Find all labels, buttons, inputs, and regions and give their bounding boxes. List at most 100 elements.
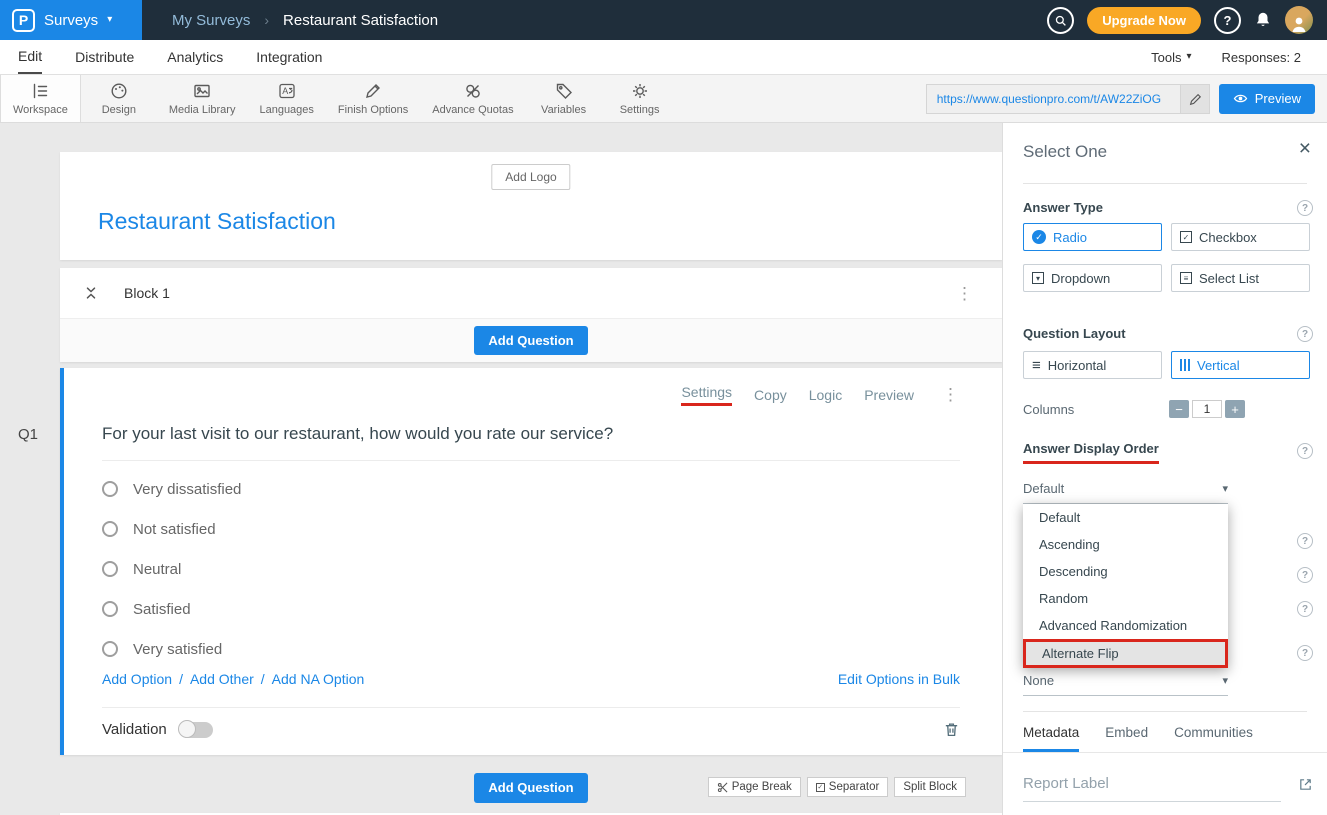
tab-metadata[interactable]: Metadata (1023, 725, 1079, 752)
layout-horizontal[interactable]: ≡Horizontal (1023, 351, 1162, 379)
radio-button-icon[interactable] (102, 481, 118, 497)
tab-distribute[interactable]: Distribute (75, 40, 134, 74)
divider (1003, 752, 1327, 753)
answer-type-dropdown[interactable]: ▾Dropdown (1023, 264, 1162, 292)
question-action-settings[interactable]: Settings (681, 384, 732, 406)
notifications-bell-icon[interactable] (1254, 11, 1272, 29)
tab-edit[interactable]: Edit (18, 40, 42, 74)
menu-item-random[interactable]: Random (1023, 585, 1228, 612)
surveys-menu[interactable]: P Surveys ▾ (0, 0, 142, 40)
question-action-copy[interactable]: Copy (754, 387, 787, 403)
toolbar-languages[interactable]: A Languages (247, 75, 325, 122)
layout-vertical[interactable]: Vertical (1171, 351, 1310, 379)
add-na-option-link[interactable]: Add NA Option (272, 671, 365, 687)
question-circle-icon[interactable]: ? (1297, 645, 1313, 661)
survey-url-input[interactable]: https://www.questionpro.com/t/AW22ZiOG (926, 84, 1181, 114)
trash-icon[interactable] (943, 721, 960, 738)
toolbar-finish-options[interactable]: Finish Options (326, 75, 420, 122)
block-menu-icon[interactable]: ⋮ (956, 284, 974, 304)
tab-integration[interactable]: Integration (256, 40, 322, 74)
report-label-field[interactable]: Report Label (1023, 775, 1281, 802)
answer-option-row[interactable]: Very dissatisfied (102, 469, 960, 509)
add-other-link[interactable]: Add Other (190, 671, 254, 687)
tab-analytics[interactable]: Analytics (167, 40, 223, 74)
radio-button-icon[interactable] (102, 641, 118, 657)
toolbar-workspace[interactable]: Workspace (0, 75, 81, 122)
answer-display-order-select[interactable]: Default ▾ (1023, 481, 1228, 504)
languages-icon: A (277, 81, 297, 101)
add-logo-button[interactable]: Add Logo (491, 164, 570, 190)
question-circle-icon[interactable]: ? (1297, 326, 1313, 342)
search-icon[interactable] (1047, 7, 1074, 34)
answer-option-row[interactable]: Very satisfied (102, 629, 960, 669)
tab-embed[interactable]: Embed (1105, 725, 1148, 752)
upgrade-now-button[interactable]: Upgrade Now (1087, 7, 1201, 34)
eye-icon (1233, 92, 1248, 105)
workspace-icon (30, 81, 50, 101)
question-text[interactable]: For your last visit to our restaurant, h… (102, 424, 960, 444)
toolbar-variables[interactable]: Variables (526, 75, 602, 122)
answer-option-row[interactable]: Satisfied (102, 589, 960, 629)
preview-button[interactable]: Preview (1219, 84, 1315, 114)
question-action-preview[interactable]: Preview (864, 387, 914, 403)
question-action-logic[interactable]: Logic (809, 387, 842, 403)
dropdown-icon: ▾ (1032, 272, 1044, 284)
avatar[interactable] (1285, 6, 1313, 34)
answer-option-row[interactable]: Neutral (102, 549, 960, 589)
help-icon[interactable]: ? (1214, 7, 1241, 34)
answer-type-select-list[interactable]: ≡Select List (1171, 264, 1310, 292)
toolbar-settings[interactable]: Settings (602, 75, 678, 122)
menu-item-alternate-flip[interactable]: Alternate Flip (1023, 639, 1228, 668)
plus-button[interactable]: + (1225, 400, 1245, 418)
answer-option-row[interactable]: Not satisfied (102, 509, 960, 549)
answer-type-radio[interactable]: ✓Radio (1023, 223, 1162, 251)
menu-item-default[interactable]: Default (1023, 504, 1228, 531)
edit-url-pencil-icon[interactable] (1180, 84, 1210, 114)
add-question-button-bottom[interactable]: Add Question (474, 773, 587, 803)
radio-button-icon[interactable] (102, 561, 118, 577)
tools-menu[interactable]: Tools▾ (1151, 50, 1191, 65)
radio-button-icon[interactable] (102, 521, 118, 537)
module-nav: Edit Distribute Analytics Integration To… (0, 40, 1327, 75)
page-break-button[interactable]: Page Break (708, 777, 801, 797)
menu-item-descending[interactable]: Descending (1023, 558, 1228, 585)
edit-options-in-bulk-link[interactable]: Edit Options in Bulk (838, 671, 960, 687)
question-menu-icon[interactable]: ⋮ (942, 385, 960, 405)
chevron-down-icon: ▾ (1222, 674, 1228, 687)
gear-icon (630, 81, 650, 101)
chevron-down-icon: ▾ (1186, 52, 1191, 62)
breadcrumb-my-surveys[interactable]: My Surveys (172, 12, 250, 29)
responses-count[interactable]: Responses: 2 (1222, 50, 1302, 65)
menu-item-ascending[interactable]: Ascending (1023, 531, 1228, 558)
validation-toggle[interactable] (179, 722, 213, 738)
question-circle-icon[interactable]: ? (1297, 567, 1313, 583)
close-icon[interactable]: × (1299, 137, 1311, 161)
question-circle-icon[interactable]: ? (1297, 443, 1313, 459)
survey-title[interactable]: Restaurant Satisfaction (98, 208, 336, 235)
chevron-down-icon: ▾ (1222, 482, 1228, 495)
radio-button-icon[interactable] (102, 601, 118, 617)
question-circle-icon[interactable]: ? (1297, 601, 1313, 617)
collapse-block-icon[interactable] (84, 286, 98, 300)
none-select[interactable]: None ▾ (1023, 673, 1228, 696)
divider (102, 460, 960, 461)
split-block-button[interactable]: Split Block (894, 777, 966, 797)
answer-type-checkbox[interactable]: ✓Checkbox (1171, 223, 1310, 251)
tag-icon (554, 81, 574, 101)
minus-button[interactable]: − (1169, 400, 1189, 418)
question-circle-icon[interactable]: ? (1297, 200, 1313, 216)
quotas-icon (463, 81, 483, 101)
tab-communities[interactable]: Communities (1174, 725, 1253, 752)
toolbar-advance-quotas[interactable]: Advance Quotas (420, 75, 525, 122)
add-option-link[interactable]: Add Option (102, 671, 172, 687)
block-title[interactable]: Block 1 (124, 285, 170, 301)
question-circle-icon[interactable]: ? (1297, 533, 1313, 549)
toolbar-design[interactable]: Design (81, 75, 157, 122)
columns-value[interactable]: 1 (1192, 400, 1222, 418)
separator-button[interactable]: ✓ Separator (807, 777, 889, 797)
menu-item-advanced-randomization[interactable]: Advanced Randomization (1023, 612, 1228, 639)
external-link-icon[interactable] (1298, 777, 1313, 792)
toolbar-media-library[interactable]: Media Library (157, 75, 248, 122)
add-question-button-top[interactable]: Add Question (474, 326, 587, 355)
product-name: Surveys (44, 12, 98, 29)
